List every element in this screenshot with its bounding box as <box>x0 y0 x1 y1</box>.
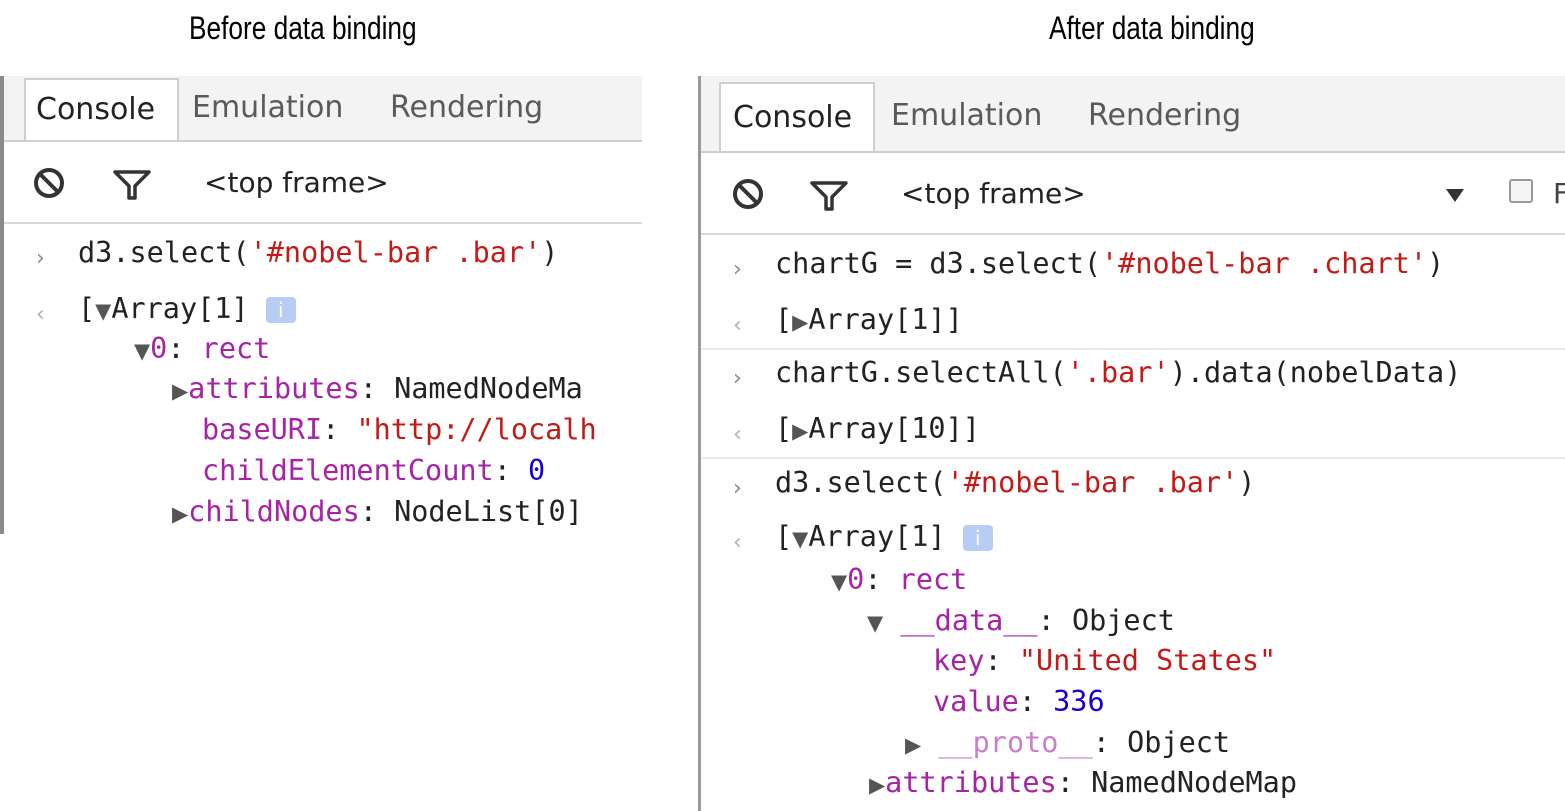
expand-triangle-icon[interactable]: ▼ <box>134 339 150 363</box>
console-toolbar: <top frame> F <box>701 153 1565 235</box>
preserve-log-checkbox[interactable] <box>1509 179 1533 203</box>
tab-rendering[interactable]: Rendering <box>1088 98 1241 133</box>
expand-triangle-icon[interactable]: ▼ <box>95 299 111 323</box>
expand-triangle-icon[interactable]: ▼ <box>867 611 883 635</box>
result-arrow-icon: ‹ <box>733 530 742 555</box>
prop-key: attributes <box>188 372 360 405</box>
caption-before: Before data binding <box>189 10 417 46</box>
result-arrow-icon: ‹ <box>36 302 45 327</box>
item-value: rect <box>201 332 271 365</box>
tab-bar: Console Emulation Rendering <box>701 76 1565 153</box>
tab-emulation[interactable]: Emulation <box>192 90 343 125</box>
tree-childnodes[interactable]: ▶childNodes: NodeList[0] <box>172 495 583 528</box>
expand-triangle-icon[interactable]: ▼ <box>792 527 808 551</box>
prompt-arrow-icon: › <box>733 257 742 282</box>
collapse-triangle-icon[interactable]: ▶ <box>792 310 808 334</box>
info-icon[interactable]: i <box>265 297 296 323</box>
console-result-line[interactable]: [▶Array[1]] <box>775 303 963 336</box>
prompt-arrow-icon: › <box>733 366 742 391</box>
bracket: [ <box>78 292 96 325</box>
prop-value: NodeList[0] <box>394 495 583 528</box>
collapse-triangle-icon[interactable]: ▶ <box>172 379 188 403</box>
prop-key: baseURI <box>202 413 323 446</box>
tree-attributes[interactable]: ▶attributes: NamedNodeMap <box>869 766 1297 799</box>
tab-rendering[interactable]: Rendering <box>390 90 543 125</box>
prompt-arrow-icon: › <box>36 246 45 271</box>
result-arrow-icon: ‹ <box>733 313 742 338</box>
tab-emulation[interactable]: Emulation <box>891 98 1042 133</box>
collapse-triangle-icon[interactable]: ▶ <box>869 773 885 797</box>
tree-childcount: childElementCount: 0 <box>202 454 546 487</box>
result-array[interactable]: Array[1] <box>111 292 248 325</box>
divider <box>701 348 1565 350</box>
prop-value: 0 <box>528 454 546 487</box>
item-key: 0 <box>150 332 168 365</box>
tab-bar: Console Emulation Rendering <box>4 76 642 142</box>
divider <box>701 457 1565 459</box>
console-input-line: chartG = d3.select('#nobel-bar .chart') <box>775 247 1445 280</box>
prop-value: "http://localh <box>356 413 597 446</box>
tab-console[interactable]: Console <box>24 78 179 140</box>
prompt-arrow-icon: › <box>733 476 742 501</box>
prop-value: NamedNodeMa <box>394 372 583 405</box>
prop-key: childElementCount <box>202 454 494 487</box>
frame-selector[interactable]: <top frame> <box>901 177 1086 210</box>
filter-icon[interactable] <box>112 168 152 202</box>
collapse-triangle-icon[interactable]: ▶ <box>172 502 188 526</box>
prop-key: childNodes <box>188 495 360 528</box>
console-result-line[interactable]: [▼Array[1] i <box>78 292 296 325</box>
tree-key: key: "United States" <box>933 644 1277 677</box>
tree-attributes[interactable]: ▶attributes: NamedNodeMa <box>172 372 583 405</box>
command-argument: '#nobel-bar .bar' <box>249 236 542 269</box>
tree-proto[interactable]: ▶ __proto__: Object <box>905 726 1230 759</box>
console-input-line: d3.select('#nobel-bar .bar') <box>775 466 1256 499</box>
tree-data[interactable]: ▼ __data__: Object <box>867 604 1175 637</box>
console-toolbar: <top frame> <box>4 142 642 224</box>
tree-value: value: 336 <box>933 685 1105 718</box>
console-result-line[interactable]: [▶Array[10]] <box>775 412 980 445</box>
console-result-line[interactable]: [▼Array[1] i <box>775 520 993 553</box>
console-input-line: chartG.selectAll('.bar').data(nobelData) <box>775 356 1462 389</box>
command-end: ) <box>541 236 559 269</box>
devtools-panel-after: Console Emulation Rendering <top frame> … <box>698 76 1565 811</box>
console-input-line: d3.select('#nobel-bar .bar') <box>78 236 558 269</box>
tree-item-0[interactable]: ▼0: rect <box>134 332 270 365</box>
expand-triangle-icon[interactable]: ▼ <box>831 570 847 594</box>
caption-after: After data binding <box>1049 10 1255 46</box>
clear-console-icon[interactable] <box>32 166 66 200</box>
result-arrow-icon: ‹ <box>733 422 742 447</box>
tree-baseuri: baseURI: "http://localh <box>202 413 597 446</box>
colon: : <box>167 332 202 365</box>
clear-console-icon[interactable] <box>731 177 765 211</box>
collapse-triangle-icon[interactable]: ▶ <box>905 733 921 757</box>
command-text: d3.select( <box>78 236 250 269</box>
dropdown-triangle-icon[interactable] <box>1445 187 1465 203</box>
frame-selector[interactable]: <top frame> <box>204 166 389 199</box>
devtools-panel-before: Console Emulation Rendering <top frame> … <box>0 76 642 534</box>
checkbox-label: F <box>1553 177 1565 210</box>
info-icon[interactable]: i <box>962 525 993 551</box>
tree-item-0[interactable]: ▼0: rect <box>831 563 967 596</box>
tab-console[interactable]: Console <box>719 82 875 151</box>
collapse-triangle-icon[interactable]: ▶ <box>792 419 808 443</box>
filter-icon[interactable] <box>809 179 849 213</box>
